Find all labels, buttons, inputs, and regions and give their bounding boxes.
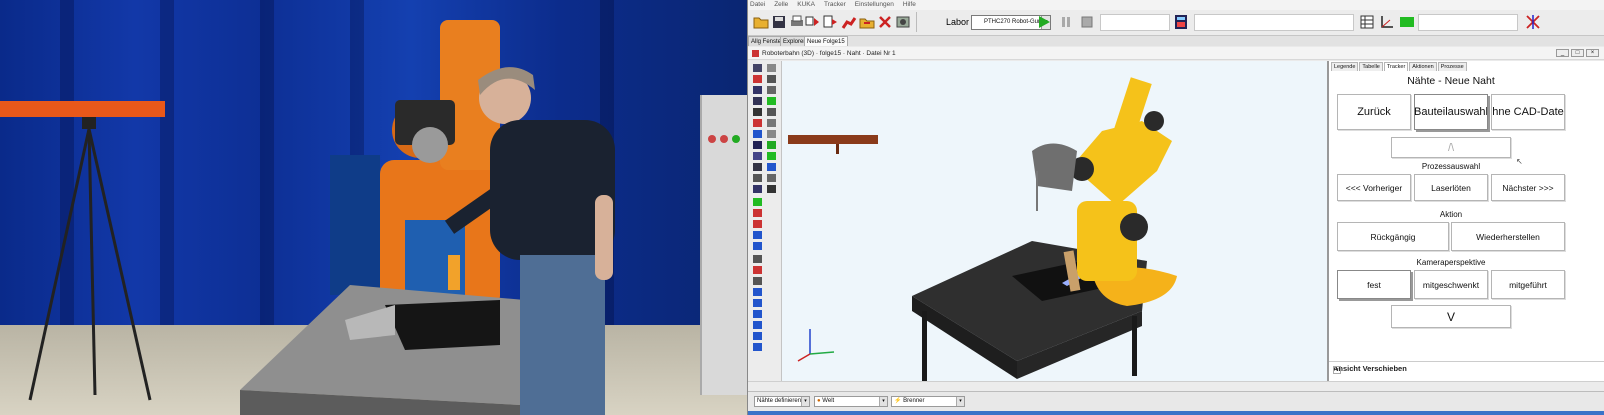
toolbar-separator [916, 12, 917, 32]
next-button[interactable]: Nächster >>> [1491, 174, 1565, 201]
laser-soldering-button[interactable]: Laserlöten [1414, 174, 1488, 201]
tab-tabelle[interactable]: Tabelle [1359, 62, 1383, 71]
tab-legende[interactable]: Legende [1331, 62, 1359, 71]
panel-title: Nähte - Neue Naht [1407, 75, 1495, 87]
3d-viewport[interactable] [782, 61, 1327, 381]
torch-icon: ⚡ [894, 398, 902, 404]
close-icon[interactable]: × [1586, 49, 1599, 57]
camera-follow-button[interactable]: mitgeführt [1491, 270, 1565, 299]
panel-footer: Ansicht Verschieben ▾ [1329, 361, 1604, 380]
document-tabs: Allg Fenster Explorer Neue Folge15 [748, 36, 1604, 46]
previous-button[interactable]: <<< Vorheriger [1337, 174, 1411, 201]
robot-export-icon[interactable] [822, 13, 840, 31]
scroll-arrow-icon[interactable]: ▾ [1333, 366, 1341, 374]
tracker-bar [0, 101, 165, 117]
toolbar: Labor PTHC270 Robot-Gun ▾ [748, 10, 1604, 36]
window-icon [752, 50, 759, 57]
redo-button[interactable]: Wiederherstellen [1451, 222, 1565, 251]
minimize-icon[interactable]: _ [1556, 49, 1569, 57]
camera-fixed-button[interactable]: fest [1337, 270, 1411, 299]
menu-datei[interactable]: Datei [750, 0, 765, 10]
menu-einstellungen[interactable]: Einstellungen [855, 0, 894, 10]
menu-tracker[interactable]: Tracker [824, 0, 846, 10]
world-select-value: Welt [822, 398, 835, 404]
save-icon[interactable] [770, 13, 788, 31]
labor-label: Labor [946, 17, 970, 27]
pause-icon[interactable] [1057, 13, 1075, 31]
toolbar-field [1100, 14, 1170, 31]
subwindow-title: Roboterbahn (3D) · folge15 · Naht · Date… [762, 50, 896, 57]
camera-settings-icon[interactable] [894, 13, 912, 31]
axis-x [797, 353, 811, 362]
toolbar-field [1194, 14, 1354, 31]
side-panel: Legende Tabelle Tracker Aktionen Prozess… [1327, 61, 1604, 381]
robot-import-icon[interactable] [804, 13, 822, 31]
tab-neue-folge[interactable]: Neue Folge15 [804, 36, 848, 46]
action-section-label: Aktion [1439, 210, 1463, 219]
tool-select[interactable]: ⚡ Brenner ▾ [891, 396, 965, 407]
chevron-down-icon[interactable]: ▾ [956, 397, 964, 406]
subwindow-titlebar: Roboterbahn (3D) · folge15 · Naht · Date… [748, 47, 1604, 60]
folder-path-icon[interactable] [858, 13, 876, 31]
camera-section-label: Kameraperspektive [1416, 258, 1486, 267]
scroll-down-button[interactable]: V [1391, 305, 1511, 328]
chevron-down-icon[interactable]: ▾ [879, 397, 887, 406]
panel-tabs: Legende Tabelle Tracker Aktionen Prozess… [1331, 62, 1468, 71]
robot-3d-scene [788, 77, 1177, 381]
sps-icon[interactable] [1398, 13, 1416, 31]
axis-y [809, 351, 835, 355]
globe-icon: ● [817, 398, 821, 404]
tool-palette-icons[interactable] [748, 61, 782, 381]
camera-swivel-button[interactable]: mitgeschwenkt [1414, 270, 1488, 299]
undo-button[interactable]: Rückgängig [1337, 222, 1449, 251]
axis-icon[interactable] [1378, 13, 1396, 31]
table-view-icon[interactable] [1358, 13, 1376, 31]
robot-select-value: PTHC270 Robot-Gun [984, 19, 1042, 25]
tools-icon[interactable] [876, 13, 894, 31]
tab-prozesse[interactable]: Prozesse [1437, 62, 1467, 71]
stop-icon[interactable] [1078, 13, 1096, 31]
back-button[interactable]: Zurück [1337, 94, 1411, 130]
robot-arm-icon[interactable] [840, 13, 858, 31]
menu-kuka[interactable]: KUKA [797, 0, 815, 10]
no-cad-button[interactable]: ohne CAD-Daten [1491, 94, 1565, 130]
world-select[interactable]: ● Welt ▾ [814, 396, 888, 407]
seams-select-value: Nähte definieren [757, 398, 802, 404]
tracker-model [788, 135, 878, 144]
scroll-up-button[interactable]: /\ [1391, 137, 1511, 158]
menu-hilfe[interactable]: Hilfe [903, 0, 916, 10]
tool-select-value: Brenner [903, 398, 925, 404]
play-icon[interactable] [1035, 13, 1053, 31]
calculator-icon[interactable] [1172, 13, 1190, 31]
tool-palette [748, 61, 782, 381]
menu-zelle[interactable]: Zelle [774, 0, 788, 10]
menu-bar: Datei Zelle KUKA Tracker Einstellungen H… [748, 0, 1604, 10]
move-view-label: Ansicht Verschieben [1333, 364, 1407, 373]
robot-tool [1032, 143, 1077, 191]
status-strip [748, 381, 1604, 391]
camera-feed [0, 0, 747, 415]
open-folder-icon[interactable] [752, 13, 770, 31]
application-window: Datei Zelle KUKA Tracker Einstellungen H… [747, 0, 1604, 415]
taskbar-edge [748, 411, 1604, 415]
seams-select[interactable]: Nähte definieren ▾ [754, 396, 810, 407]
maximize-icon[interactable]: □ [1571, 49, 1584, 57]
toolbar-field [1418, 14, 1518, 31]
part-select-button[interactable]: Bauteilauswahl [1414, 94, 1488, 130]
scene-drawing [0, 20, 615, 415]
tab-tracker[interactable]: Tracker [1383, 62, 1409, 71]
process-section-label: Prozessauswahl [1421, 162, 1481, 171]
tab-aktionen[interactable]: Aktionen [1409, 62, 1437, 71]
chevron-down-icon[interactable]: ▾ [801, 397, 809, 406]
coordinate-system-icon[interactable] [1524, 13, 1542, 31]
